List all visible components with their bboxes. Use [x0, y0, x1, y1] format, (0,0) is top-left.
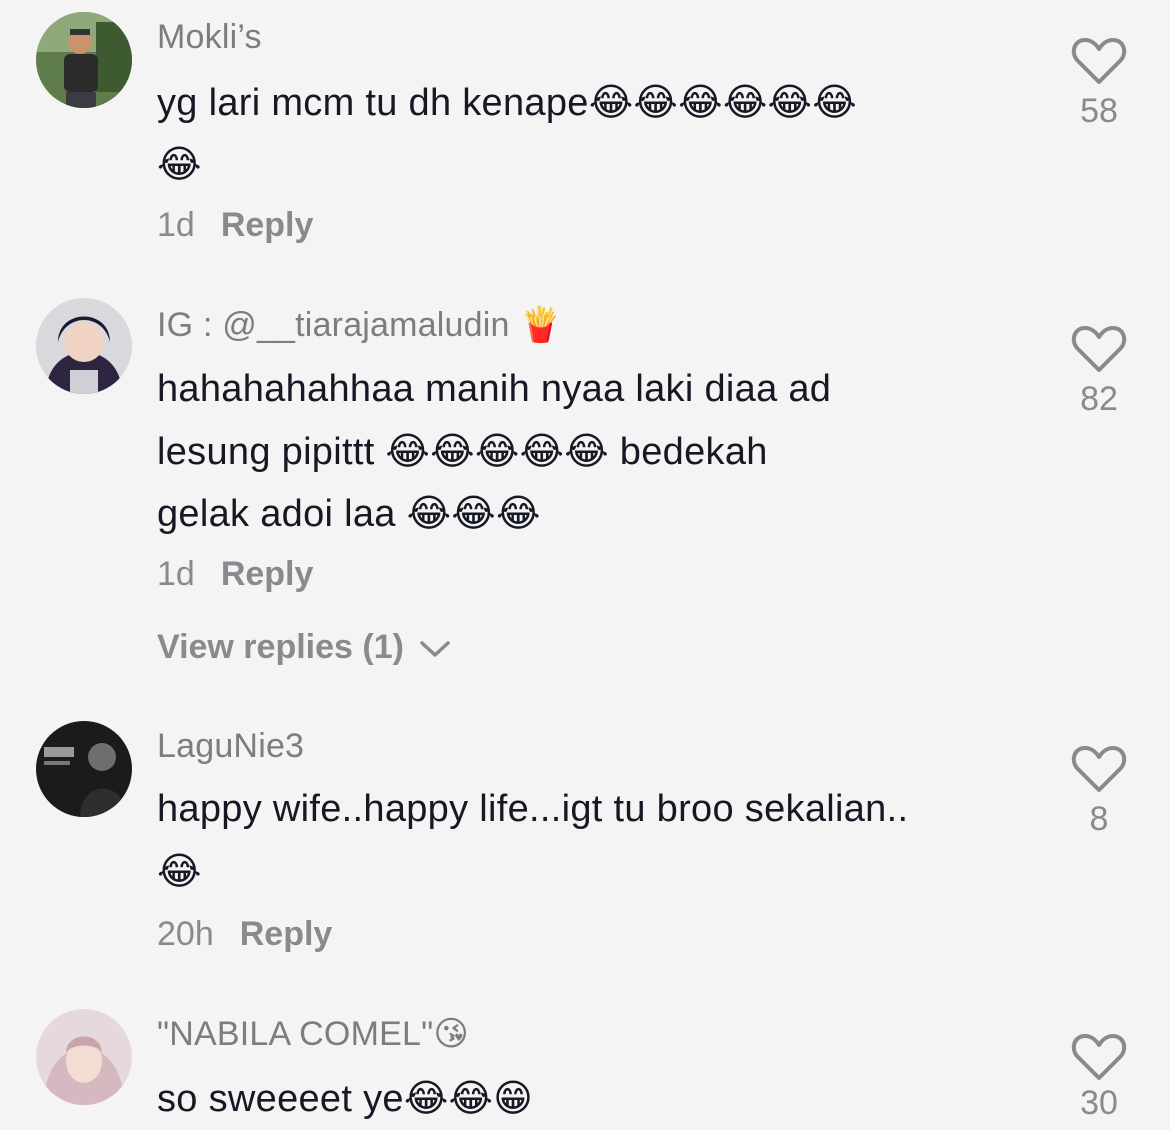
- reply-button[interactable]: Reply: [240, 915, 333, 953]
- comment-username[interactable]: Mokli’s: [157, 18, 262, 57]
- comment-meta: 20h Reply: [157, 915, 332, 954]
- comment-username[interactable]: "NABILA COMEL"😘: [157, 1014, 469, 1054]
- like-group: 58: [1066, 36, 1132, 131]
- like-count: 58: [1080, 92, 1118, 130]
- comment-username[interactable]: IG : @__tiarajamaludin 🍟: [157, 305, 562, 345]
- comment-username[interactable]: LaguNie3: [157, 727, 304, 766]
- comment-text-line: 😂: [157, 851, 202, 893]
- view-replies-button[interactable]: View replies (1): [157, 628, 451, 667]
- comment-time: 1d: [157, 206, 195, 244]
- comment-meta: 1d Reply: [157, 555, 313, 594]
- like-group: 82: [1066, 324, 1132, 419]
- view-replies-label: View replies (1): [157, 628, 404, 666]
- avatar[interactable]: [36, 721, 132, 817]
- like-group: 8: [1066, 744, 1132, 839]
- heart-icon[interactable]: [1071, 324, 1127, 374]
- heart-icon[interactable]: [1071, 36, 1127, 86]
- chevron-down-icon: [420, 641, 451, 657]
- comment-time: 20h: [157, 915, 214, 953]
- reply-button[interactable]: Reply: [221, 206, 314, 244]
- comment-time: 1d: [157, 555, 195, 593]
- reply-button[interactable]: Reply: [221, 555, 314, 593]
- heart-icon[interactable]: [1071, 744, 1127, 794]
- avatar[interactable]: [36, 298, 132, 394]
- comment-text-line: gelak adoi laa 😂😂😂: [157, 493, 541, 535]
- heart-icon[interactable]: [1071, 1032, 1127, 1082]
- like-count: 8: [1089, 800, 1109, 838]
- comment-text-line: hahahahahhaa manih nyaa laki diaa ad: [157, 368, 832, 410]
- avatar[interactable]: [36, 12, 132, 108]
- like-count: 30: [1080, 1084, 1118, 1122]
- comment-text-line: yg lari mcm tu dh kenape😂😂😂😂😂😂: [157, 82, 857, 124]
- avatar[interactable]: [36, 1009, 132, 1105]
- comment-text-line: so sweeeet ye😂😂😁: [157, 1078, 534, 1120]
- comment-meta: 1d Reply: [157, 206, 313, 245]
- comment-text-line: 😂: [157, 144, 202, 186]
- like-group: 30: [1066, 1032, 1132, 1123]
- like-count: 82: [1080, 380, 1118, 418]
- comment-text-line: happy wife..happy life...igt tu broo sek…: [157, 788, 909, 830]
- comment-text-line: lesung pipittt 😂😂😂😂😂 bedekah: [157, 431, 768, 473]
